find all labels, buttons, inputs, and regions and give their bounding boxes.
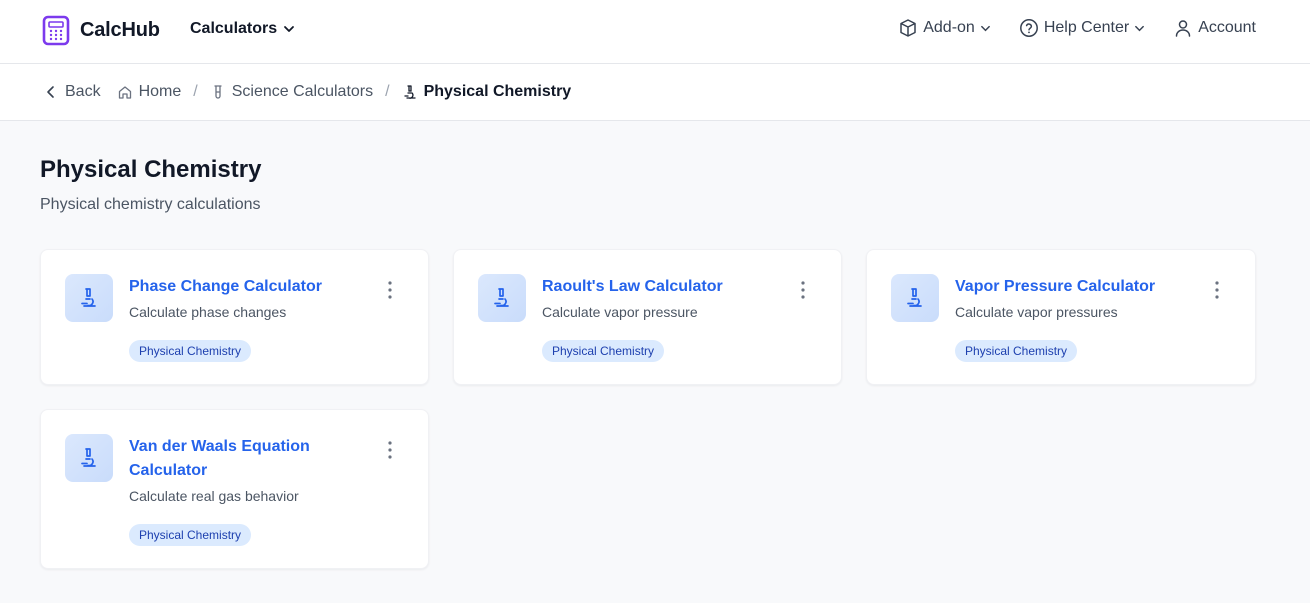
calculator-card[interactable]: Phase Change Calculator Calculate phase … <box>40 249 429 385</box>
microscope-icon <box>403 85 416 99</box>
card-icon-tile <box>891 274 939 322</box>
more-vertical-icon <box>388 281 392 299</box>
category-tag: Physical Chemistry <box>542 340 665 362</box>
chevron-down-icon <box>284 26 295 32</box>
back-button[interactable]: Back <box>43 83 101 101</box>
microscope-icon <box>81 288 96 307</box>
microscope-icon <box>81 448 96 467</box>
package-icon <box>900 19 916 37</box>
brand[interactable]: CalcHub <box>42 15 160 46</box>
card-title-link[interactable]: Vapor Pressure Calculator <box>955 275 1175 299</box>
page-title: Physical Chemistry <box>40 156 262 183</box>
help-center-label: Help Center <box>1043 19 1130 36</box>
calculator-card[interactable]: Van der Waals Equation Calculator Calcul… <box>40 409 429 569</box>
breadcrumb-separator: / <box>193 83 198 100</box>
nav-right-group: Add-on Help Center Account <box>898 18 1256 38</box>
card-title-link[interactable]: Raoult's Law Calculator <box>542 275 762 299</box>
chevron-down-icon <box>980 25 990 31</box>
card-description: Calculate real gas behavior <box>129 488 299 504</box>
card-description: Calculate phase changes <box>129 304 287 320</box>
top-navbar: CalcHub Calculators Add-on Help Center A… <box>0 0 1310 64</box>
breadcrumb-home-label: Home <box>138 83 182 100</box>
card-icon-tile <box>478 274 526 322</box>
breadcrumb-current: Physical Chemistry <box>402 83 572 101</box>
more-vertical-icon <box>388 441 392 459</box>
card-title-link[interactable]: Van der Waals Equation Calculator <box>129 435 349 483</box>
category-tag: Physical Chemistry <box>955 340 1078 362</box>
card-description: Calculate vapor pressures <box>955 304 1118 320</box>
breadcrumb-current-label: Physical Chemistry <box>423 83 572 100</box>
test-tube-icon <box>214 85 222 99</box>
card-icon-tile <box>65 434 113 482</box>
account-button[interactable]: Account <box>1173 18 1256 38</box>
brand-name: CalcHub <box>80 19 160 41</box>
chevron-down-icon <box>1135 25 1145 31</box>
account-label: Account <box>1198 19 1256 36</box>
more-options-button[interactable] <box>386 440 394 460</box>
calculator-card[interactable]: Vapor Pressure Calculator Calculate vapo… <box>866 249 1256 385</box>
more-vertical-icon <box>801 281 805 299</box>
microscope-icon <box>494 288 509 307</box>
calculators-menu-label: Calculators <box>190 20 278 37</box>
card-title-link[interactable]: Phase Change Calculator <box>129 275 349 299</box>
more-options-button[interactable] <box>386 280 394 300</box>
chevron-left-icon <box>47 86 54 98</box>
more-vertical-icon <box>1215 281 1219 299</box>
microscope-icon <box>907 288 922 307</box>
category-tag: Physical Chemistry <box>129 524 252 546</box>
calculator-logo-icon <box>42 15 70 46</box>
breadcrumb-science-label: Science Calculators <box>231 83 374 100</box>
breadcrumb: Back Home / Science Calculators / Physic… <box>43 83 571 101</box>
calculator-card[interactable]: Raoult's Law Calculator Calculate vapor … <box>453 249 842 385</box>
category-tag: Physical Chemistry <box>129 340 252 362</box>
breadcrumb-home[interactable]: Home <box>117 83 182 101</box>
breadcrumb-bar: Back Home / Science Calculators / Physic… <box>0 64 1310 121</box>
user-icon <box>1175 20 1191 37</box>
back-label: Back <box>65 83 101 100</box>
page-subtitle: Physical chemistry calculations <box>40 196 261 213</box>
help-center-menu-button[interactable]: Help Center <box>1019 18 1145 38</box>
card-description: Calculate vapor pressure <box>542 304 698 320</box>
card-icon-tile <box>65 274 113 322</box>
home-icon <box>118 86 131 99</box>
more-options-button[interactable] <box>799 280 807 300</box>
addon-menu-button[interactable]: Add-on <box>898 18 991 38</box>
addon-menu-label: Add-on <box>923 19 975 36</box>
calculators-menu-button[interactable]: Calculators <box>190 20 295 38</box>
help-circle-icon <box>1019 19 1038 37</box>
breadcrumb-separator: / <box>385 83 390 100</box>
more-options-button[interactable] <box>1213 280 1221 300</box>
breadcrumb-science[interactable]: Science Calculators <box>210 83 373 101</box>
